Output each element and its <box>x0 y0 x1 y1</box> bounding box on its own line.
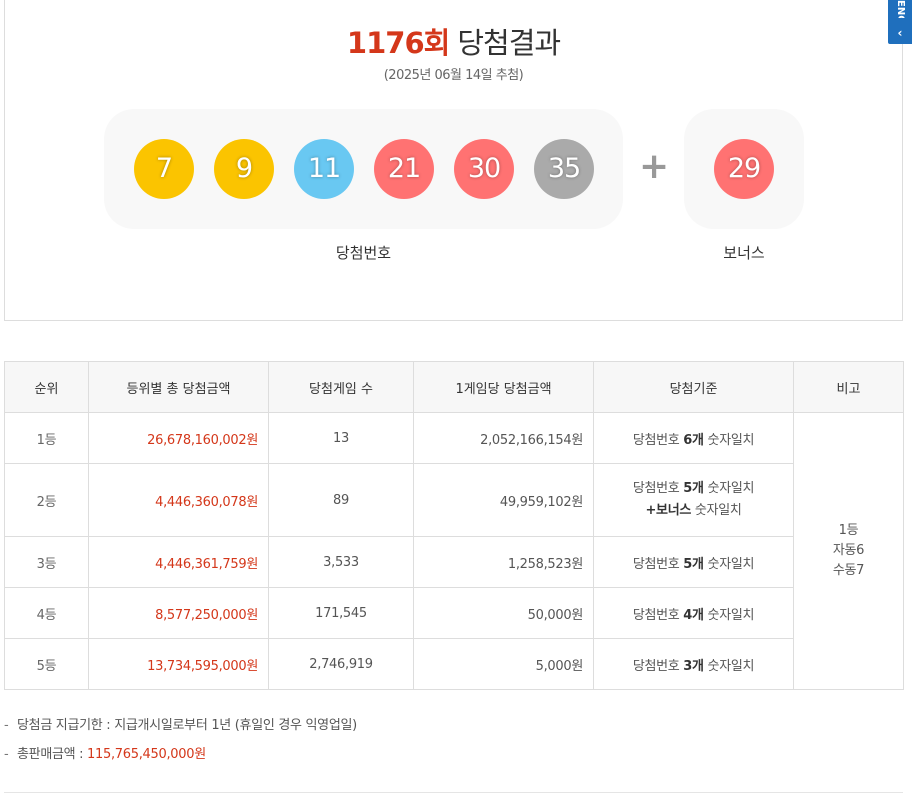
draw-title: 1176회 당첨결과 <box>5 20 902 62</box>
total-sales-value: 115,765,450,000원 <box>87 747 206 762</box>
criteria-cell: 당첨번호 6개 숫자일치 <box>593 412 794 464</box>
criteria-count: 3개 <box>683 658 704 674</box>
winning-numbers-panel: 7 9 11 21 30 35 <box>104 109 623 229</box>
winner-count-cell: 2,746,919 <box>268 638 414 690</box>
header-winner-count: 당첨게임 수 <box>268 361 414 413</box>
header-rank: 순위 <box>4 361 89 413</box>
winner-count-cell: 171,545 <box>268 587 414 639</box>
draw-date: (2025년 06월 14일 추첨) <box>383 68 524 83</box>
criteria-text: 숫자일치 <box>703 481 755 496</box>
prize-per-game-cell: 1,258,523원 <box>413 536 594 588</box>
total-prize-cell: 8,577,250,000원 <box>88 587 269 639</box>
payment-deadline-value: 지급개시일로부터 1년 (휴일인 경우 익영업일) <box>114 718 357 733</box>
criteria-cell: 당첨번호 5개 숫자일치 +보너스 숫자일치 <box>593 463 794 537</box>
criteria-text: 당첨번호 <box>632 481 684 496</box>
prize-table: 순위 등위별 총 당첨금액 당첨게임 수 1게임당 당첨금액 당첨기준 비고 1… <box>4 361 904 690</box>
rank-cell: 5등 <box>4 638 89 690</box>
prize-per-game-cell: 49,959,102원 <box>413 463 594 537</box>
note-line: 수동7 <box>832 563 865 578</box>
draw-result-panel: 1176회 당첨결과 (2025년 06월 14일 추첨) 7 9 11 21 3… <box>4 0 903 321</box>
criteria-count: 5개 <box>683 481 704 496</box>
draw-title-suffix: 당첨결과 <box>457 26 561 60</box>
bonus-number-panel: 29 <box>684 109 804 229</box>
total-prize-cell: 26,678,160,002원 <box>88 412 269 464</box>
table-row: 5등 13,734,595,000원 2,746,919 5,000원 당첨번호… <box>4 638 904 690</box>
criteria-text: 숫자일치 <box>703 432 755 448</box>
language-tab[interactable]: ENG ‹ <box>888 0 912 44</box>
rank-cell: 1등 <box>4 412 89 464</box>
total-sales-label: 총판매금액 : <box>17 747 88 762</box>
bonus-label: 보너스 <box>723 244 765 262</box>
winning-ball-6: 35 <box>534 139 594 199</box>
winner-count-cell: 89 <box>268 463 414 537</box>
criteria-text: 숫자일치 <box>703 556 755 572</box>
note-cell: 1등 자동6 수동7 <box>793 412 904 690</box>
rank-cell: 3등 <box>4 536 89 588</box>
total-prize-cell: 13,734,595,000원 <box>88 638 269 690</box>
winner-count-cell: 13 <box>268 412 414 464</box>
payment-deadline-label: 당첨금 지급기한 : <box>17 718 115 733</box>
winning-ball-5: 30 <box>454 139 514 199</box>
prize-per-game-cell: 50,000원 <box>413 587 594 639</box>
table-row: 3등 4,446,361,759원 3,533 1,258,523원 당첨번호 … <box>4 536 904 588</box>
note-line: 1등 <box>838 523 859 538</box>
winning-ball-1: 7 <box>134 139 194 199</box>
total-prize-cell: 4,446,360,078원 <box>88 463 269 537</box>
footer-notes: 당첨금 지급기한 : 지급개시일로부터 1년 (휴일인 경우 익영업일) 총판매… <box>4 716 903 774</box>
rank-cell: 2등 <box>4 463 89 537</box>
total-prize-cell: 4,446,361,759원 <box>88 536 269 588</box>
winning-ball-2: 9 <box>214 139 274 199</box>
note-line: 자동6 <box>832 543 865 558</box>
criteria-text: 숫자일치 <box>691 503 742 518</box>
criteria-text: 당첨번호 <box>632 607 684 623</box>
total-sales-note: 총판매금액 : 115,765,450,000원 <box>4 745 903 774</box>
header-total-prize: 등위별 총 당첨금액 <box>88 361 269 413</box>
criteria-text: 숫자일치 <box>703 658 755 674</box>
table-row: 2등 4,446,360,078원 89 49,959,102원 당첨번호 5개… <box>4 463 904 537</box>
prize-per-game-cell: 5,000원 <box>413 638 594 690</box>
criteria-text: 당첨번호 <box>632 556 684 572</box>
criteria-cell: 당첨번호 4개 숫자일치 <box>593 587 794 639</box>
header-prize-per-game: 1게임당 당첨금액 <box>413 361 594 413</box>
criteria-text: 당첨번호 <box>632 658 684 674</box>
criteria-bonus: +보너스 <box>645 503 692 518</box>
bonus-ball: 29 <box>714 139 774 199</box>
table-header-row: 순위 등위별 총 당첨금액 당첨게임 수 1게임당 당첨금액 당첨기준 비고 <box>4 361 904 413</box>
winning-ball-3: 11 <box>294 139 354 199</box>
divider <box>4 792 903 793</box>
table-row: 1등 26,678,160,002원 13 2,052,166,154원 당첨번… <box>4 412 904 690</box>
payment-deadline-note: 당첨금 지급기한 : 지급개시일로부터 1년 (휴일인 경우 익영업일) <box>4 716 903 745</box>
language-tab-label: ENG <box>895 0 906 18</box>
criteria-count: 4개 <box>683 607 704 623</box>
draw-round: 1176회 <box>346 26 450 60</box>
table-row: 4등 8,577,250,000원 171,545 50,000원 당첨번호 4… <box>4 587 904 639</box>
rank-cell: 4등 <box>4 587 89 639</box>
criteria-count: 5개 <box>683 556 704 572</box>
criteria-count: 6개 <box>683 432 704 448</box>
winning-ball-4: 21 <box>374 139 434 199</box>
criteria-text: 숫자일치 <box>703 607 755 623</box>
header-note: 비고 <box>793 361 904 413</box>
criteria-text: 당첨번호 <box>632 432 684 448</box>
criteria-cell: 당첨번호 5개 숫자일치 <box>593 536 794 588</box>
winning-numbers-label: 당첨번호 <box>335 244 392 262</box>
chevron-left-icon: ‹ <box>897 26 903 40</box>
winner-count-cell: 3,533 <box>268 536 414 588</box>
header-criteria: 당첨기준 <box>593 361 794 413</box>
prize-per-game-cell: 2,052,166,154원 <box>413 412 594 464</box>
plus-icon: + <box>639 146 670 187</box>
criteria-cell: 당첨번호 3개 숫자일치 <box>593 638 794 690</box>
